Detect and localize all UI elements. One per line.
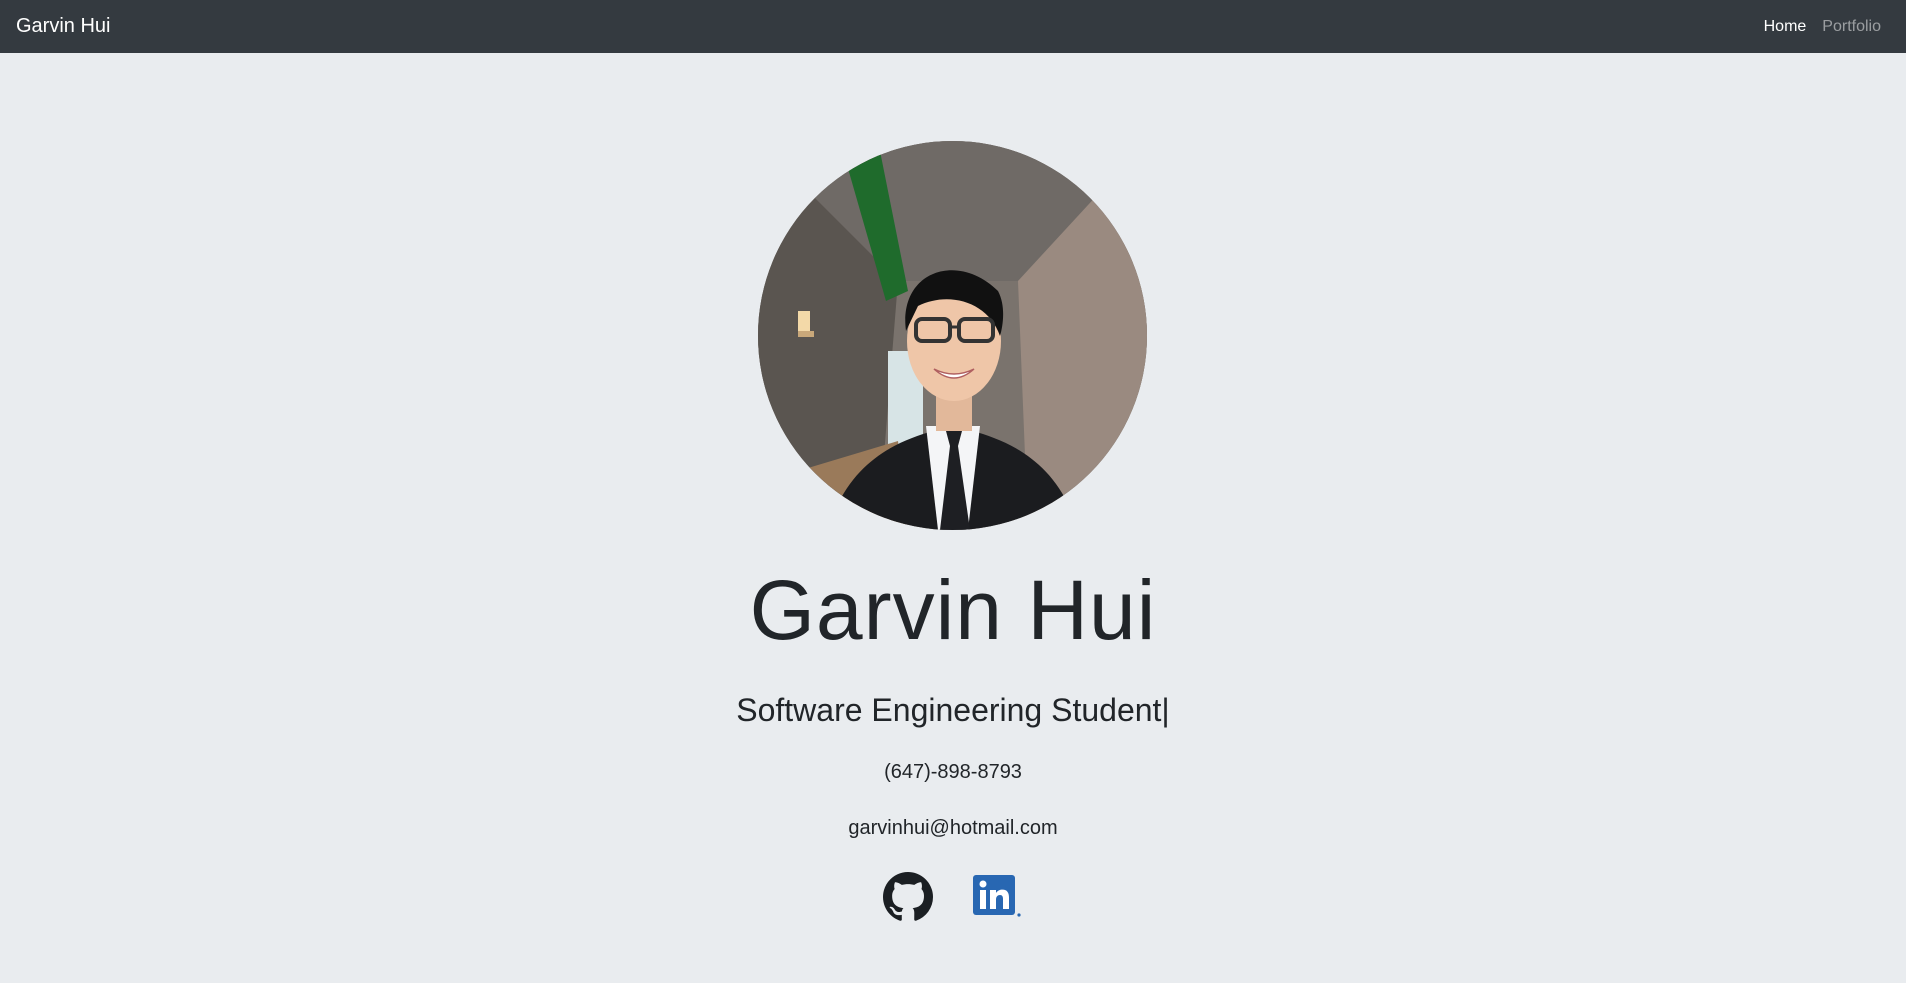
navbar-brand[interactable]: Garvin Hui bbox=[16, 15, 110, 38]
profile-photo-image bbox=[758, 141, 1147, 530]
github-link[interactable] bbox=[883, 872, 933, 927]
github-icon bbox=[883, 872, 933, 921]
typing-cursor: | bbox=[1161, 692, 1170, 728]
linkedin-link[interactable] bbox=[973, 875, 1023, 924]
phone-number: (647)-898-8793 bbox=[884, 761, 1022, 783]
social-links bbox=[0, 872, 1906, 927]
navbar: Garvin Hui Home Portfolio bbox=[0, 0, 1906, 53]
nav-link-home[interactable]: Home bbox=[1764, 18, 1807, 36]
profile-name: Garvin Hui bbox=[749, 563, 1157, 657]
nav-link-portfolio[interactable]: Portfolio bbox=[1822, 18, 1881, 36]
profile-role: Software Engineering Student| bbox=[0, 690, 1906, 730]
profile-photo bbox=[758, 141, 1147, 530]
linkedin-icon bbox=[973, 875, 1021, 917]
role-text: Software Engineering Student bbox=[736, 692, 1162, 728]
nav-links: Home Portfolio bbox=[1748, 18, 1890, 36]
email-address: garvinhui@hotmail.com bbox=[848, 817, 1058, 839]
